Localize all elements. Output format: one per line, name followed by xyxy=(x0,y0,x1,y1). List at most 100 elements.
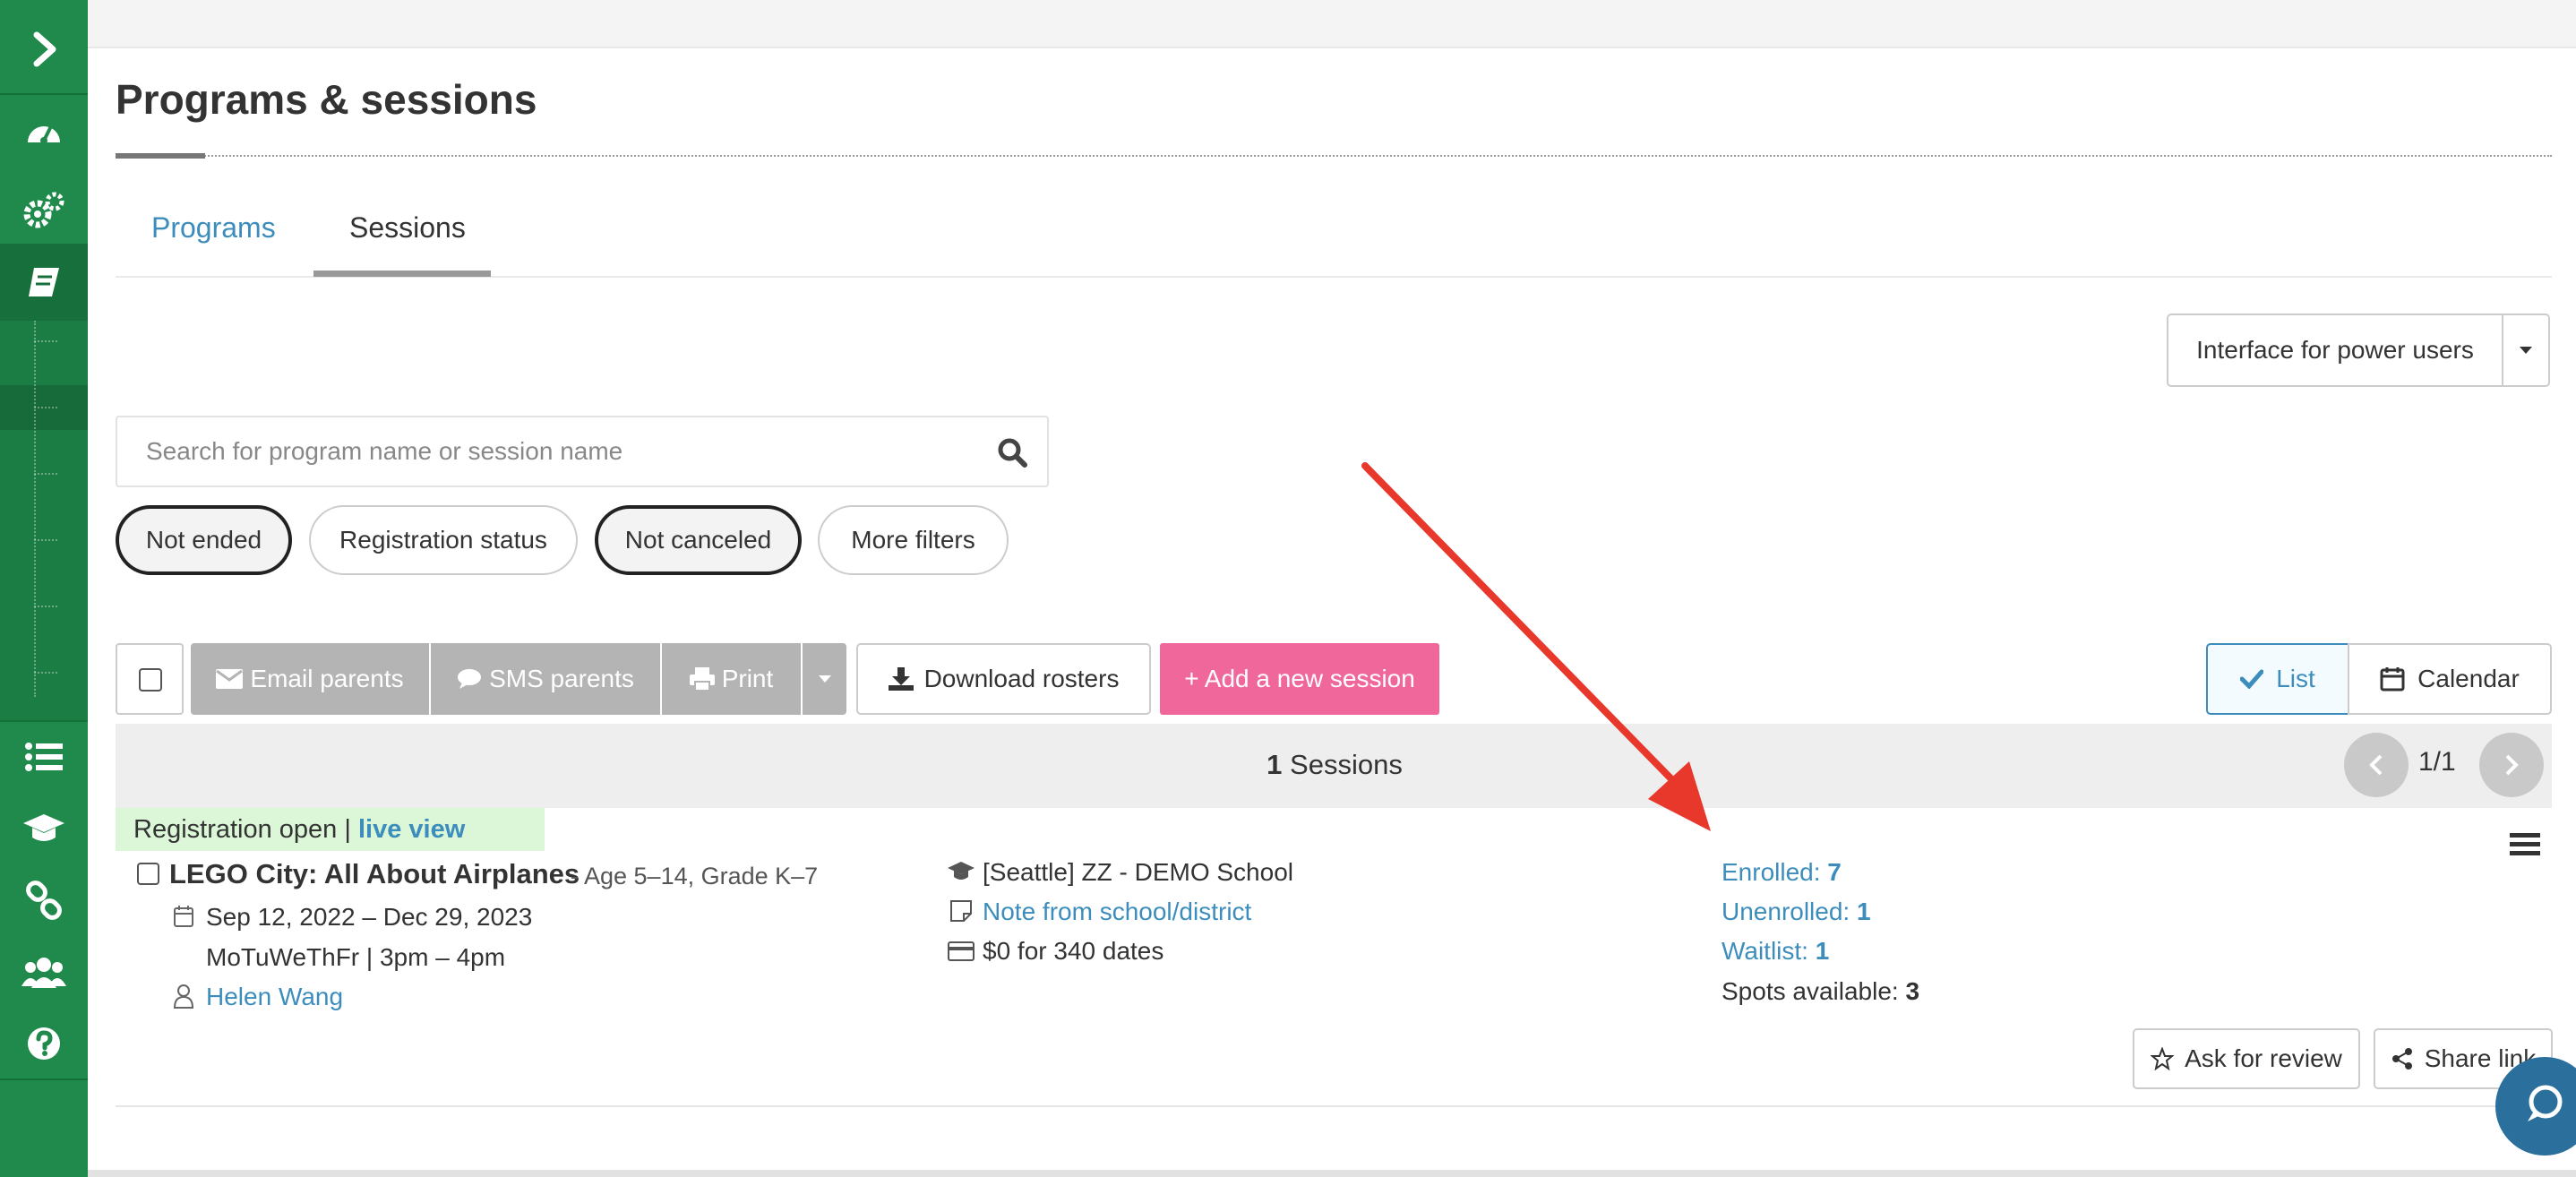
sidebar-subtree xyxy=(0,321,88,720)
waitlist-count: 1 xyxy=(1815,937,1830,965)
registration-status-text: Registration open | xyxy=(133,815,351,844)
list-view-button[interactable]: List xyxy=(2206,643,2349,715)
sidebar-item-links[interactable] xyxy=(0,862,88,939)
unenrolled-link[interactable]: Unenrolled: 1 xyxy=(1722,898,1871,926)
sidebar-item-list[interactable] xyxy=(0,718,88,795)
expand-sidebar-button[interactable] xyxy=(0,11,88,88)
help-icon xyxy=(28,1027,60,1060)
calendar-icon xyxy=(174,906,193,927)
calendar-view-button[interactable]: Calendar xyxy=(2348,643,2552,715)
next-page-button[interactable] xyxy=(2479,733,2544,797)
list-view-label: List xyxy=(2276,665,2315,692)
users-icon xyxy=(21,958,66,988)
more-actions-dropdown[interactable] xyxy=(803,643,846,715)
calendar-icon xyxy=(2380,667,2405,692)
hamburger-menu-icon[interactable] xyxy=(2510,831,2540,858)
chevron-left-icon xyxy=(2369,754,2383,776)
filter-not-ended[interactable]: Not ended xyxy=(116,505,292,575)
session-checkbox[interactable] xyxy=(137,863,159,885)
sidebar-item-programs[interactable] xyxy=(0,244,88,321)
download-rosters-label: Download rosters xyxy=(923,665,1120,692)
sidebar-item-dashboard[interactable] xyxy=(0,93,88,170)
session-name[interactable]: LEGO City: All About Airplanes xyxy=(169,858,580,890)
spots-count: 3 xyxy=(1905,977,1920,1005)
tree-tick xyxy=(34,473,57,475)
sidebar-item-settings[interactable] xyxy=(0,172,88,249)
row-divider xyxy=(116,1105,2552,1107)
instructor-link[interactable]: Helen Wang xyxy=(206,983,343,1011)
bottom-bar xyxy=(88,1170,2576,1177)
session-count-number: 1 xyxy=(1267,749,1283,780)
prev-page-button[interactable] xyxy=(2344,733,2409,797)
caret-down-icon xyxy=(2520,347,2532,354)
ask-for-review-button[interactable]: Ask for review xyxy=(2133,1028,2360,1089)
title-accent xyxy=(116,153,205,159)
session-price: $0 for 340 dates xyxy=(983,937,1164,965)
search-icon[interactable] xyxy=(997,437,1027,468)
waitlist-link[interactable]: Waitlist: 1 xyxy=(1722,937,1829,966)
tree-tick xyxy=(34,539,57,541)
sidebar-item-users[interactable] xyxy=(0,933,88,1010)
sidebar-item-students[interactable] xyxy=(0,790,88,867)
page-title: Programs & sessions xyxy=(116,76,537,123)
power-users-dropdown[interactable] xyxy=(2502,314,2550,387)
spots-label: Spots available: xyxy=(1722,977,1899,1005)
tab-sessions[interactable]: Sessions xyxy=(349,211,466,245)
session-schedule: MoTuWeThFr | 3pm – 4pm xyxy=(206,943,506,971)
power-users-label: Interface for power users xyxy=(2196,336,2474,364)
filter-registration-status[interactable]: Registration status xyxy=(309,505,578,575)
session-date-range: Sep 12, 2022 – Dec 29, 2023 xyxy=(206,903,533,931)
tree-line xyxy=(34,321,36,697)
email-parents-label: Email parents xyxy=(250,665,404,692)
chevron-right-icon xyxy=(33,31,56,67)
filter-more-filters[interactable]: More filters xyxy=(818,505,1009,575)
print-label: Print xyxy=(721,665,774,692)
graduation-cap-icon xyxy=(23,814,64,841)
sms-parents-button[interactable]: SMS parents xyxy=(431,643,660,715)
registration-status-bar: Registration open | live view xyxy=(116,808,545,851)
registration-status: Registration open | live view xyxy=(133,815,465,845)
note-from-school-link[interactable]: Note from school/district xyxy=(983,898,1251,926)
list-icon xyxy=(25,743,63,771)
unenrolled-label: Unenrolled: xyxy=(1722,898,1850,925)
school-name: [Seattle] ZZ - DEMO School xyxy=(983,858,1293,886)
enrolled-label: Enrolled: xyxy=(1722,858,1821,886)
download-rosters-button[interactable]: Download rosters xyxy=(856,643,1151,715)
search-input[interactable]: Search for program name or session name xyxy=(146,437,623,466)
power-users-button[interactable]: Interface for power users xyxy=(2167,314,2503,387)
email-parents-button[interactable]: Email parents xyxy=(191,643,429,715)
annotation-arrow xyxy=(1361,462,1711,831)
unenrolled-count: 1 xyxy=(1856,898,1871,925)
calendar-view-label: Calendar xyxy=(2417,665,2520,692)
filter-not-canceled[interactable]: Not canceled xyxy=(595,505,802,575)
select-all-checkbox[interactable] xyxy=(139,668,162,692)
waitlist-label: Waitlist: xyxy=(1722,937,1808,965)
sidebar-item-help[interactable] xyxy=(0,1005,88,1082)
share-icon xyxy=(2391,1048,2412,1070)
page-indicator: 1/1 xyxy=(2418,747,2456,777)
ask-for-review-label: Ask for review xyxy=(2185,1044,2342,1072)
note-icon xyxy=(950,900,972,922)
comment-icon xyxy=(458,669,482,689)
envelope-icon xyxy=(216,669,244,689)
print-button[interactable]: Print xyxy=(662,643,801,715)
enrolled-link[interactable]: Enrolled: 7 xyxy=(1722,858,1842,887)
credit-card-icon xyxy=(948,941,975,961)
top-bar xyxy=(88,0,2576,48)
link-icon xyxy=(26,881,62,920)
sidebar-divider xyxy=(0,1078,88,1080)
tab-programs[interactable]: Programs xyxy=(151,211,276,245)
check-icon xyxy=(2240,669,2264,689)
active-tab-indicator xyxy=(313,271,491,277)
live-view-link[interactable]: live view xyxy=(358,815,465,844)
caret-down-icon xyxy=(818,675,831,683)
user-icon xyxy=(173,984,194,1009)
tree-tick xyxy=(34,606,57,607)
download-icon xyxy=(888,667,914,691)
graduation-cap-icon xyxy=(948,862,975,880)
search-box[interactable]: Search for program name or session name xyxy=(116,416,1049,487)
enrolled-count: 7 xyxy=(1827,858,1842,886)
book-icon xyxy=(29,268,59,296)
dashboard-icon xyxy=(28,125,60,144)
star-icon xyxy=(2151,1047,2175,1070)
